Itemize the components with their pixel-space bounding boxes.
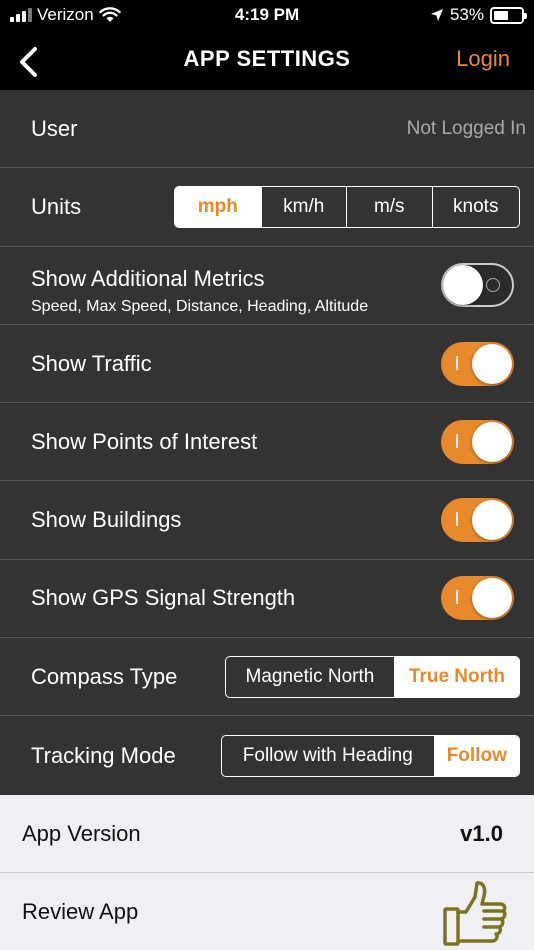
units-label: Units: [31, 193, 82, 219]
units-segmented-control: mph km/h m/s knots: [174, 185, 520, 228]
location-arrow-icon: [430, 9, 443, 21]
additional-metrics-toggle[interactable]: [441, 263, 514, 308]
units-option-ms[interactable]: m/s: [346, 186, 432, 227]
login-button[interactable]: Login: [456, 46, 510, 72]
units-option-mph[interactable]: mph: [175, 186, 261, 227]
compass-type-segmented-control: Magnetic North True North: [225, 655, 520, 698]
battery-percent: 53%: [449, 5, 484, 24]
additional-metrics-row: Show Additional Metrics Speed, Max Speed…: [0, 247, 534, 325]
status-right: 53%: [430, 5, 527, 25]
points-of-interest-label: Show Points of Interest: [31, 428, 258, 454]
tracking-option-follow[interactable]: Follow: [433, 735, 519, 776]
gps-signal-row: Show GPS Signal Strength: [0, 560, 534, 639]
tracking-mode-row: Tracking Mode Follow with Heading Follow: [0, 716, 534, 794]
navigation-bar: APP SETTINGS Login: [0, 32, 534, 90]
traffic-label: Show Traffic: [31, 350, 152, 376]
buildings-row: Show Buildings: [0, 481, 534, 560]
tracking-mode-label: Tracking Mode: [31, 742, 176, 768]
review-app-label: Review App: [22, 899, 139, 924]
buildings-toggle[interactable]: [441, 498, 514, 543]
battery-level: [494, 10, 508, 20]
tracking-option-follow-with-heading[interactable]: Follow with Heading: [222, 736, 434, 776]
points-of-interest-toggle[interactable]: [441, 419, 514, 464]
compass-option-magnetic-north[interactable]: Magnetic North: [226, 657, 394, 697]
units-option-kmh[interactable]: km/h: [260, 186, 347, 227]
review-app-row[interactable]: Review App: [0, 873, 534, 950]
compass-type-label: Compass Type: [31, 663, 178, 689]
additional-metrics-sublabel: Speed, Max Speed, Distance, Heading, Alt…: [31, 297, 369, 315]
app-version-value: v1.0: [460, 820, 503, 846]
user-label: User: [31, 115, 78, 141]
page-title: APP SETTINGS: [183, 46, 351, 71]
traffic-toggle[interactable]: [441, 341, 514, 386]
status-bar: Verizon 4:19 PM 53%: [0, 0, 534, 32]
additional-metrics-label: Show Additional Metrics: [31, 265, 265, 291]
gps-signal-toggle[interactable]: [441, 576, 514, 621]
traffic-row: Show Traffic: [0, 325, 534, 404]
tracking-mode-segmented-control: Follow with Heading Follow: [221, 734, 520, 777]
compass-type-row: Compass Type Magnetic North True North: [0, 638, 534, 717]
app-version-label: App Version: [22, 820, 141, 846]
battery-icon: [490, 6, 527, 24]
user-status: Not Logged In: [406, 117, 526, 139]
buildings-label: Show Buildings: [31, 507, 182, 533]
settings-list: User Not Logged In Units mph km/h m/s kn…: [0, 90, 534, 795]
about-section: App Version v1.0 Review App: [0, 795, 534, 950]
user-row: User Not Logged In: [0, 90, 534, 169]
gps-signal-label: Show GPS Signal Strength: [31, 585, 296, 611]
app-version-row: App Version v1.0: [0, 795, 534, 873]
units-option-knots[interactable]: knots: [431, 186, 520, 227]
units-row: Units mph km/h m/s knots: [0, 168, 534, 247]
thumbs-up-icon[interactable]: [442, 879, 508, 947]
chevron-left-icon: [20, 47, 37, 77]
points-of-interest-row: Show Points of Interest: [0, 403, 534, 482]
back-button[interactable]: [8, 42, 48, 82]
compass-option-true-north[interactable]: True North: [393, 656, 519, 697]
